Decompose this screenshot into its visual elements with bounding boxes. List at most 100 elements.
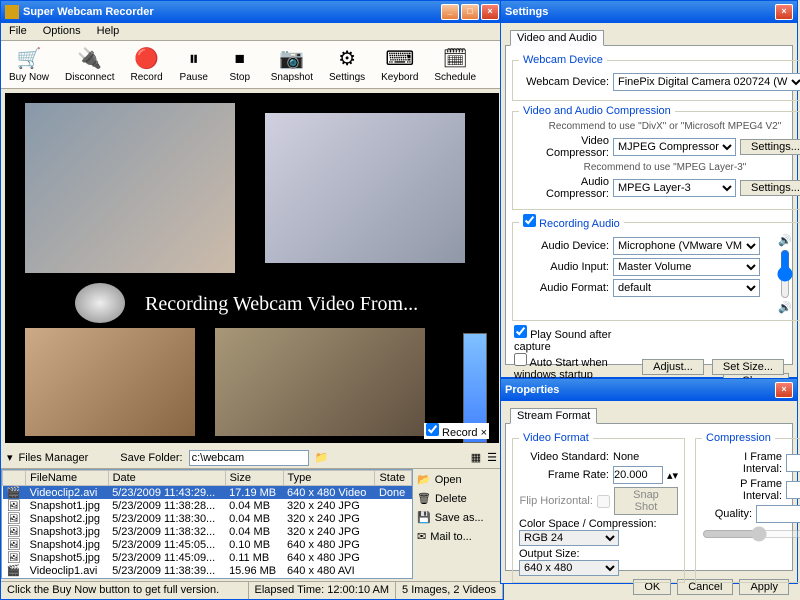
action-icon: 📂 (417, 473, 431, 486)
autostart-check[interactable] (514, 353, 527, 366)
menu-file[interactable]: File (1, 23, 35, 40)
file-icon: 🎬 (3, 486, 26, 500)
volume-slider[interactable] (777, 249, 793, 299)
group-webcam-device: Webcam Device Webcam Device: FinePix Dig… (512, 54, 800, 101)
group-recording-audio: Recording Audio Audio Device:Microphone … (512, 214, 800, 321)
saveas-button[interactable]: 💾Save as... (417, 511, 499, 524)
action-icon: 💾 (417, 511, 431, 524)
file-icon: 🖼 (3, 538, 26, 551)
audio-input-select[interactable]: Master Volume (613, 258, 760, 276)
files-label: Files Manager (19, 452, 89, 464)
file-icon: 🖼 (3, 499, 26, 512)
statusbar: Click the Buy Now button to get full ver… (1, 581, 503, 599)
status-count: 5 Images, 2 Videos (396, 582, 503, 599)
action-icon: 🗑 (417, 492, 431, 505)
table-row[interactable]: 🖼Snapshot2.jpg5/23/2009 11:38:30...0.04 … (3, 512, 412, 525)
record-checkbox[interactable]: Record × (424, 423, 489, 439)
view-icon[interactable]: ☰ (487, 451, 497, 464)
minimize-button[interactable]: _ (441, 4, 459, 20)
menu-options[interactable]: Options (35, 23, 89, 40)
acomp-settings-button[interactable]: Settings... (740, 180, 800, 196)
quality-input (756, 505, 800, 523)
settings-button[interactable]: ⚙Settings (321, 41, 373, 88)
pframe-input (786, 481, 800, 499)
video-compressor-select[interactable]: MJPEG Compressor (613, 138, 736, 156)
thumbnail (25, 103, 235, 273)
thumbnail (265, 113, 465, 263)
open-button[interactable]: 📂Open (417, 473, 499, 486)
toolbar-icon: ⚙ (338, 46, 356, 72)
buy-now-button[interactable]: 🛒Buy Now (1, 41, 57, 88)
main-window: Super Webcam Recorder _ □ × File Options… (0, 0, 504, 600)
vcomp-settings-button[interactable]: Settings... (740, 139, 800, 155)
audio-device-select[interactable]: Microphone (VMware VM (613, 237, 760, 255)
table-row[interactable]: 🖼Snapshot3.jpg5/23/2009 11:38:32...0.04 … (3, 525, 412, 538)
delete-button[interactable]: 🗑Delete (417, 492, 499, 505)
table-row[interactable]: 🖼Snapshot1.jpg5/23/2009 11:38:28...0.04 … (3, 499, 412, 512)
file-icon: 🎬 (3, 564, 26, 577)
table-row[interactable]: 🖼Snapshot4.jpg5/23/2009 11:45:05...0.10 … (3, 538, 412, 551)
column-header[interactable]: Size (225, 471, 283, 486)
close-button[interactable]: × (775, 382, 793, 398)
tab-stream-format[interactable]: Stream Format (510, 408, 597, 424)
set-size-button[interactable]: Set Size... (712, 359, 784, 375)
column-header[interactable]: State (375, 471, 412, 486)
toolbar-icon: ⏹ (235, 46, 245, 72)
mailto-button[interactable]: ✉Mail to... (417, 530, 499, 543)
properties-tab-panel: Stream Format Video Format Video Standar… (505, 423, 793, 571)
menubar: File Options Help (1, 23, 503, 41)
output-size-select[interactable]: 640 x 480 (519, 560, 619, 576)
tab-video-audio[interactable]: Video and Audio (510, 30, 604, 46)
keybord-button[interactable]: ⌨Keybord (373, 41, 426, 88)
spinner-icon[interactable]: ▴▾ (667, 469, 678, 482)
save-folder-input[interactable] (189, 450, 309, 466)
snapshot-button: Snap Shot (614, 487, 678, 515)
webcam-device-select[interactable]: FinePix Digital Camera 020724 (W (613, 73, 800, 91)
stop-button[interactable]: ⏹Stop (217, 41, 263, 88)
toolbar-icon: 🗓 (443, 46, 468, 72)
snapshot-button[interactable]: 📷Snapshot (263, 41, 321, 88)
toolbar-icon: ⌨ (385, 46, 414, 72)
column-header[interactable]: Date (108, 471, 225, 486)
iframe-input (786, 454, 800, 472)
settings-titlebar: Settings × (501, 1, 797, 23)
play-sound-check[interactable] (514, 325, 527, 338)
close-button[interactable]: × (481, 4, 499, 20)
files-bar: ▾ Files Manager Save Folder: 📁 ▦ ☰ (1, 447, 503, 469)
audio-compressor-select[interactable]: MPEG Layer-3 (613, 179, 736, 197)
main-titlebar: Super Webcam Recorder _ □ × (1, 1, 503, 23)
toolbar-icon: ⏸ (189, 46, 199, 72)
maximize-button[interactable]: □ (461, 4, 479, 20)
file-icon: 🖼 (3, 512, 26, 525)
collapse-icon[interactable]: ▾ (7, 451, 13, 464)
table-row[interactable]: 🎬Videoclip2.avi5/23/2009 11:43:29...17.1… (3, 486, 412, 500)
webcam-icon (75, 283, 125, 323)
close-button[interactable]: × (775, 4, 793, 20)
recording-audio-check[interactable] (523, 214, 536, 227)
disconnect-button[interactable]: 🔌Disconnect (57, 41, 122, 88)
record-button[interactable]: 🔴Record (122, 41, 170, 88)
toolbar-icon: 📷 (279, 46, 304, 72)
table-row[interactable]: 🖼Snapshot5.jpg5/23/2009 11:45:09...0.11 … (3, 551, 412, 564)
save-folder-label: Save Folder: (120, 452, 182, 464)
frame-rate-input[interactable] (613, 466, 663, 484)
file-table[interactable]: FileNameDateSizeTypeState🎬Videoclip2.avi… (1, 469, 413, 579)
group-compression: Compression I Frame Interval: P Frame In… (695, 432, 800, 583)
table-row[interactable]: 🎬Videoclip1.avi5/23/2009 11:38:39...15.9… (3, 564, 412, 577)
schedule-button[interactable]: 🗓Schedule (426, 41, 484, 88)
speaker-icon: 🔊 (778, 301, 792, 314)
audio-format-select[interactable]: default (613, 279, 760, 297)
pause-button[interactable]: ⏸Pause (171, 41, 217, 88)
column-header[interactable]: Type (283, 471, 375, 486)
quality-slider (702, 526, 800, 542)
column-header[interactable]: FileName (26, 471, 108, 486)
main-title: Super Webcam Recorder (23, 6, 154, 18)
file-grid: FileNameDateSizeTypeState🎬Videoclip2.avi… (1, 469, 503, 579)
adjust-button[interactable]: Adjust... (642, 359, 704, 375)
folder-icon[interactable]: 📁 (315, 451, 329, 464)
toolbar-icon: 🔌 (77, 46, 102, 72)
colorspace-select[interactable]: RGB 24 (519, 530, 619, 546)
view-icon[interactable]: ▦ (471, 451, 481, 464)
menu-help[interactable]: Help (89, 23, 128, 40)
file-actions: 📂Open 🗑Delete 💾Save as... ✉Mail to... (413, 469, 503, 579)
